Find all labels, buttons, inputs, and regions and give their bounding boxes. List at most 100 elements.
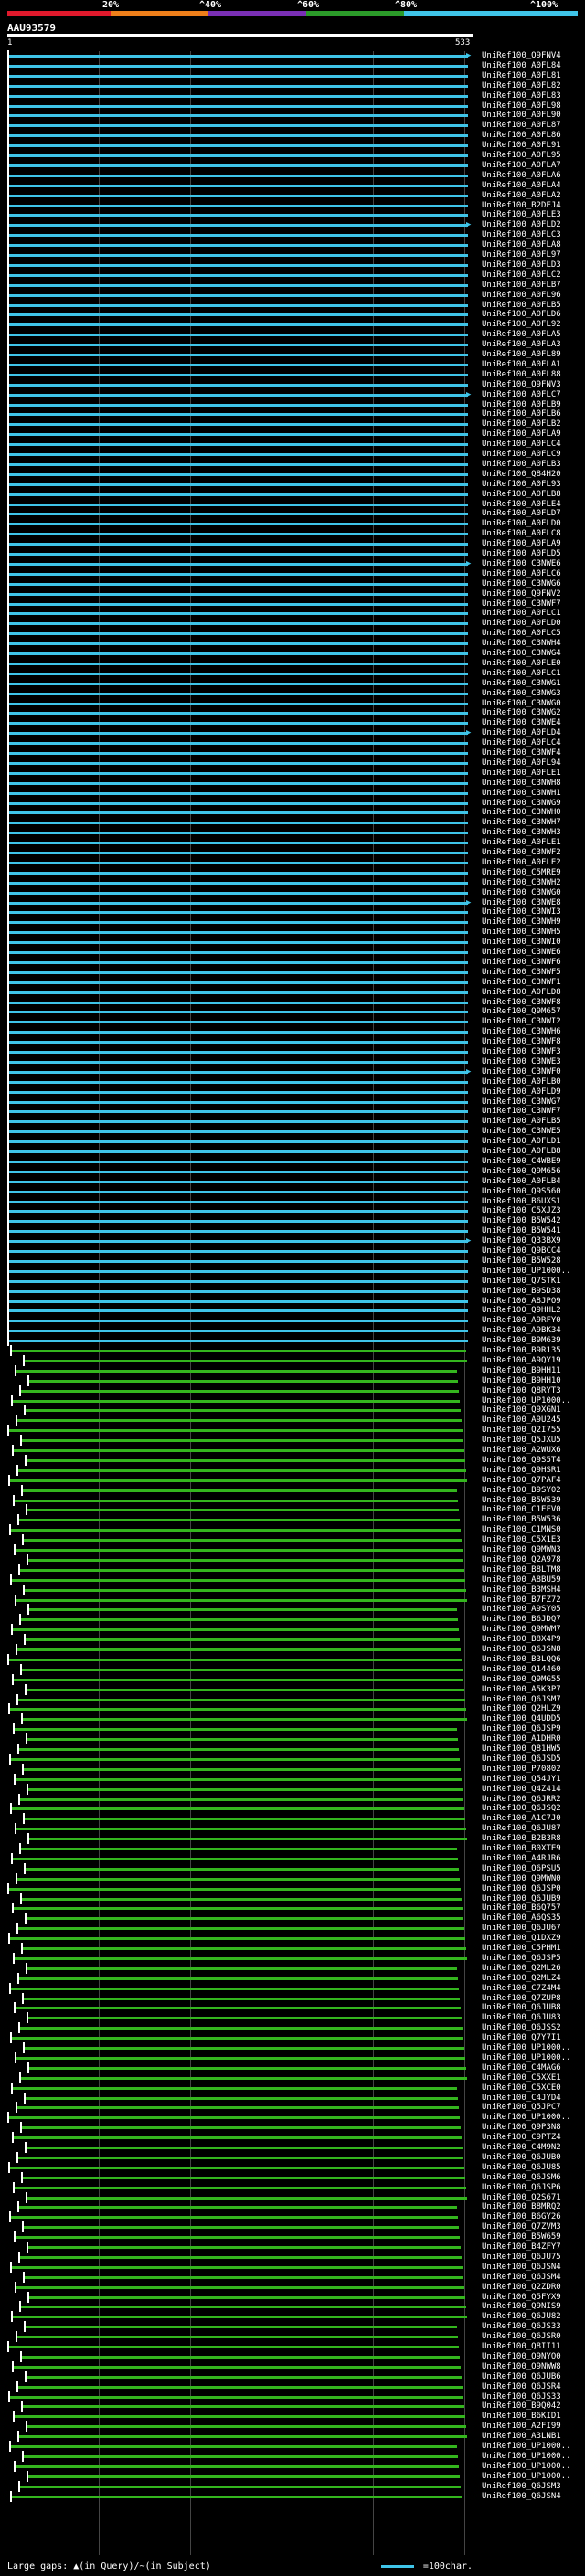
hit-label[interactable]: UniRef100_Q4Z414: [482, 1785, 561, 1795]
hit-label[interactable]: UniRef100_C5XCE0: [482, 2083, 561, 2094]
hit-label[interactable]: UniRef100_UP1000..: [482, 2452, 571, 2462]
hit-row[interactable]: UniRef100_A0FLA4: [0, 179, 585, 191]
hit-label[interactable]: UniRef100_A0FL89: [482, 350, 561, 360]
hit-label[interactable]: UniRef100_A5K3P7: [482, 1685, 561, 1695]
hit-row[interactable]: UniRef100_A0FLA9: [0, 538, 585, 550]
hit-label[interactable]: UniRef100_Q2A978: [482, 1555, 561, 1565]
hit-label[interactable]: UniRef100_Q6JUB0: [482, 2153, 561, 2163]
hit-row[interactable]: UniRef100_B9Q042: [0, 2401, 585, 2412]
hit-label[interactable]: UniRef100_B6GY26: [482, 2212, 561, 2222]
hit-row[interactable]: UniRef100_A0FLC9: [0, 449, 585, 460]
hit-row[interactable]: UniRef100_A0FLB6: [0, 408, 585, 420]
hit-row[interactable]: UniRef100_UP1000..: [0, 2042, 585, 2053]
hit-row[interactable]: UniRef100_A0FLE4: [0, 498, 585, 510]
hit-label[interactable]: UniRef100_A0FLC5: [482, 629, 561, 639]
hit-label[interactable]: UniRef100_Q2MLZ4: [482, 1974, 561, 1984]
hit-row[interactable]: UniRef100_Q2MLZ4: [0, 1972, 585, 1984]
hit-row[interactable]: UniRef100_C3NWF1: [0, 976, 585, 988]
hit-row[interactable]: UniRef100_A0FL95: [0, 150, 585, 161]
hit-row[interactable]: UniRef100_A0FL81: [0, 69, 585, 81]
hit-row[interactable]: UniRef100_A0FLB8: [0, 1146, 585, 1157]
hit-label[interactable]: UniRef100_Q54JY1: [482, 1775, 561, 1785]
hit-row[interactable]: UniRef100_A0FL94: [0, 757, 585, 769]
hit-label[interactable]: UniRef100_A0FLB2: [482, 419, 561, 429]
hit-row[interactable]: UniRef100_A0FLC5: [0, 628, 585, 640]
hit-row[interactable]: UniRef100_Q6PSU5: [0, 1862, 585, 1874]
hit-row[interactable]: UniRef100_A0FLA5: [0, 329, 585, 341]
hit-row[interactable]: UniRef100_C9PTZ4: [0, 2132, 585, 2144]
hit-label[interactable]: UniRef100_B9SY02: [482, 1486, 561, 1496]
hit-label[interactable]: UniRef100_Q2I755: [482, 1426, 561, 1436]
hit-row[interactable]: UniRef100_A0FLD0: [0, 518, 585, 530]
hit-row[interactable]: UniRef100_C3NWF2: [0, 847, 585, 858]
hit-label[interactable]: UniRef100_B6JDQ7: [482, 1615, 561, 1625]
hit-label[interactable]: UniRef100_Q6JU75: [482, 2253, 561, 2263]
hit-row[interactable]: UniRef100_Q4Z414: [0, 1783, 585, 1795]
hit-row[interactable]: UniRef100_A6QS35: [0, 1913, 585, 1924]
hit-row[interactable]: UniRef100_Q5JPC7: [0, 2102, 585, 2114]
hit-label[interactable]: UniRef100_A8JPO9: [482, 1297, 561, 1307]
hit-label[interactable]: UniRef100_A0FLC6: [482, 569, 561, 579]
hit-row[interactable]: UniRef100_UP1000..: [0, 1265, 585, 1277]
hit-row[interactable]: UniRef100_B4ZFY7: [0, 2242, 585, 2253]
hit-row[interactable]: UniRef100_Q6JSM4: [0, 2271, 585, 2283]
hit-row[interactable]: UniRef100_B8X4P9: [0, 1634, 585, 1646]
hit-row[interactable]: UniRef100_Q8II11: [0, 2341, 585, 2352]
hit-label[interactable]: UniRef100_A0FLE1: [482, 769, 561, 779]
hit-label[interactable]: UniRef100_B7FZ72: [482, 1595, 561, 1606]
hit-row[interactable]: UniRef100_B8LTM8: [0, 1564, 585, 1575]
hit-label[interactable]: UniRef100_A0FLA2: [482, 191, 561, 201]
hit-row[interactable]: UniRef100_B9HH10: [0, 1374, 585, 1386]
hit-label[interactable]: UniRef100_C3NWG3: [482, 689, 561, 699]
hit-label[interactable]: UniRef100_C3NWE6: [482, 559, 561, 569]
hit-row[interactable]: UniRef100_A0FLC1: [0, 608, 585, 620]
hit-label[interactable]: UniRef100_A0FLB5: [482, 1117, 561, 1127]
hit-label[interactable]: UniRef100_Q6JSM6: [482, 2173, 561, 2183]
hit-row[interactable]: UniRef100_Q6JU83: [0, 2012, 585, 2024]
hit-label[interactable]: UniRef100_Q6JSN4: [482, 2492, 561, 2502]
hit-row[interactable]: UniRef100_Q6JU67: [0, 1923, 585, 1935]
hit-label[interactable]: UniRef100_A1DHR0: [482, 1734, 561, 1744]
hit-row[interactable]: UniRef100_A0FL90: [0, 110, 585, 122]
hit-label[interactable]: UniRef100_Q9FNV2: [482, 589, 561, 599]
hit-label[interactable]: UniRef100_Q9S5T4: [482, 1456, 561, 1466]
hit-row[interactable]: UniRef100_Q5FYX9: [0, 2291, 585, 2303]
hit-row[interactable]: UniRef100_A0FLE1: [0, 767, 585, 779]
hit-row[interactable]: UniRef100_Q81HW5: [0, 1744, 585, 1754]
hit-label[interactable]: UniRef100_A0FL84: [482, 61, 561, 71]
hit-row[interactable]: UniRef100_B5W541: [0, 1225, 585, 1237]
hit-row[interactable]: UniRef100_C1MNS0: [0, 1524, 585, 1536]
hit-label[interactable]: UniRef100_C3NWH6: [482, 1027, 561, 1037]
hit-row[interactable]: UniRef100_C4MAG6: [0, 2062, 585, 2073]
hit-label[interactable]: UniRef100_UP1000..: [482, 2053, 571, 2063]
hit-label[interactable]: UniRef100_UP1000..: [482, 2472, 571, 2482]
hit-label[interactable]: UniRef100_C3NWG0: [482, 699, 561, 709]
hit-label[interactable]: UniRef100_C7Z4M4: [482, 1984, 561, 1994]
hit-row[interactable]: UniRef100_Q9FNV3: [0, 378, 585, 390]
hit-row[interactable]: UniRef100_A8BU59: [0, 1574, 585, 1585]
hit-label[interactable]: UniRef100_Q7ZVM3: [482, 2222, 561, 2232]
hit-label[interactable]: UniRef100_Q81HW5: [482, 1744, 561, 1754]
hit-label[interactable]: UniRef100_A0FLE0: [482, 659, 561, 669]
hit-label[interactable]: UniRef100_A0FL83: [482, 91, 561, 101]
hit-row[interactable]: UniRef100_C3NWI2: [0, 1016, 585, 1028]
hit-label[interactable]: UniRef100_Q84H20: [482, 470, 561, 480]
hit-row[interactable]: UniRef100_C3NWH9: [0, 917, 585, 928]
hit-label[interactable]: UniRef100_A0FLB8: [482, 490, 561, 500]
hit-label[interactable]: UniRef100_A0FL88: [482, 370, 561, 380]
hit-row[interactable]: UniRef100_Q7ZUP8: [0, 1992, 585, 2004]
hit-row[interactable]: UniRef100_Q6JS33: [0, 2390, 585, 2402]
hit-label[interactable]: UniRef100_A0FLC1: [482, 669, 561, 679]
hit-label[interactable]: UniRef100_A0FLD3: [482, 260, 561, 270]
hit-label[interactable]: UniRef100_Q4UDD5: [482, 1714, 561, 1724]
hit-label[interactable]: UniRef100_B5W536: [482, 1515, 561, 1525]
hit-label[interactable]: UniRef100_A0FL96: [482, 291, 561, 301]
hit-label[interactable]: UniRef100_B9Q042: [482, 2401, 561, 2412]
hit-row[interactable]: UniRef100_Q6JU75: [0, 2251, 585, 2263]
hit-label[interactable]: UniRef100_Q9MWM7: [482, 1625, 561, 1635]
hit-label[interactable]: UniRef100_A0FLB7: [482, 281, 561, 291]
hit-row[interactable]: UniRef100_C3NWG1: [0, 677, 585, 689]
hit-row[interactable]: UniRef100_Q6JSN8: [0, 1644, 585, 1655]
hit-row[interactable]: UniRef100_Q6JUB8: [0, 2002, 585, 2014]
hit-row[interactable]: UniRef100_A9QY19: [0, 1354, 585, 1366]
